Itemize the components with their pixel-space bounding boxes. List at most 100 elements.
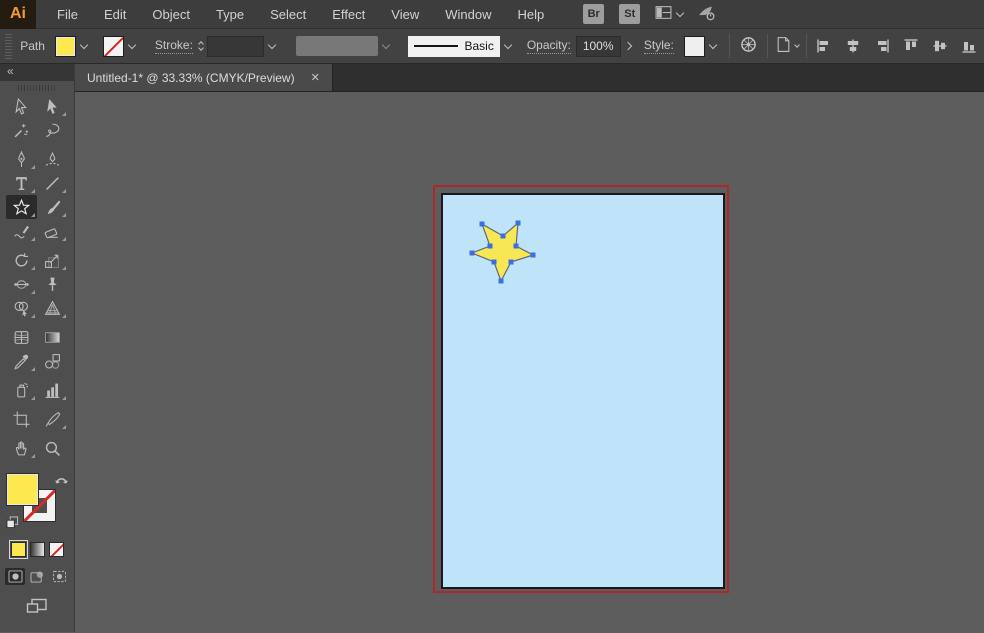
anchor-point[interactable] bbox=[501, 234, 506, 239]
swap-fill-stroke-button[interactable] bbox=[55, 474, 69, 489]
opacity-dropdown-button[interactable] bbox=[621, 35, 636, 57]
paintbrush-tool[interactable] bbox=[37, 195, 68, 219]
shaper-tool[interactable] bbox=[6, 219, 37, 243]
type-tool[interactable] bbox=[6, 171, 37, 195]
shape-builder-tool[interactable] bbox=[6, 296, 37, 320]
anchor-point[interactable] bbox=[488, 244, 493, 249]
anchor-point[interactable] bbox=[516, 221, 521, 226]
draw-behind-button[interactable] bbox=[27, 568, 47, 585]
menu-file[interactable]: File bbox=[44, 0, 91, 28]
stroke-weight-dropdown-button[interactable] bbox=[264, 35, 279, 57]
brush-definition-field[interactable]: Basic bbox=[408, 36, 500, 57]
rotate-tool[interactable] bbox=[6, 248, 37, 272]
width-tool[interactable] bbox=[6, 272, 37, 296]
eraser-tool[interactable] bbox=[37, 219, 68, 243]
opacity-label[interactable]: Opacity: bbox=[527, 38, 571, 54]
brush-definition-dropdown-button[interactable] bbox=[500, 35, 517, 57]
magic-wand-tool[interactable] bbox=[6, 118, 37, 142]
recolor-artwork-button[interactable] bbox=[737, 33, 760, 59]
gpu-performance-button[interactable] bbox=[698, 4, 715, 24]
anchor-point[interactable] bbox=[470, 251, 475, 256]
stroke-weight-stepper[interactable] bbox=[199, 42, 203, 50]
menu-type[interactable]: Type bbox=[203, 0, 257, 28]
symbol-sprayer-tool[interactable] bbox=[6, 378, 37, 402]
column-graph-tool[interactable] bbox=[37, 378, 68, 402]
stroke-weight-field[interactable] bbox=[207, 36, 264, 57]
lasso-tool[interactable] bbox=[37, 118, 68, 142]
anchor-point[interactable] bbox=[531, 253, 536, 258]
control-bar-grip[interactable] bbox=[5, 33, 12, 59]
canvas[interactable] bbox=[75, 92, 984, 632]
tools-panel-grip[interactable] bbox=[18, 85, 56, 91]
opacity-field[interactable]: 100% bbox=[576, 36, 621, 57]
tool-groups bbox=[6, 94, 68, 465]
style-label[interactable]: Style: bbox=[644, 38, 674, 54]
zoom-tool[interactable] bbox=[37, 436, 68, 460]
draw-inside-button[interactable] bbox=[49, 568, 69, 585]
none-button[interactable] bbox=[49, 542, 64, 557]
slice-tool[interactable] bbox=[37, 407, 68, 431]
flyout-indicator bbox=[31, 165, 35, 169]
vertical-align-bottom-button[interactable] bbox=[959, 33, 979, 59]
pen-tool[interactable] bbox=[6, 147, 37, 171]
artboard-tool[interactable] bbox=[6, 407, 37, 431]
perspective-grid-tool[interactable] bbox=[37, 296, 68, 320]
menu-effect[interactable]: Effect bbox=[319, 0, 378, 28]
style-swatch[interactable] bbox=[684, 36, 705, 57]
gradient-button[interactable] bbox=[30, 542, 45, 557]
horizontal-align-left-button[interactable] bbox=[814, 33, 834, 59]
selection-tool[interactable] bbox=[6, 94, 37, 118]
vertical-align-center-button[interactable] bbox=[930, 33, 950, 59]
fill-color-swatch[interactable] bbox=[55, 36, 76, 57]
collapse-panel-button[interactable]: « bbox=[0, 64, 74, 81]
style-control bbox=[684, 35, 722, 57]
eyedropper-tool[interactable] bbox=[6, 349, 37, 373]
document-tab[interactable]: Untitled-1* @ 33.33% (CMYK/Preview) ✕ bbox=[75, 64, 333, 91]
curvature-tool[interactable] bbox=[37, 147, 68, 171]
stepper-down-icon[interactable] bbox=[198, 45, 204, 51]
style-dropdown-button[interactable] bbox=[705, 35, 722, 57]
fill-color-dropdown-button[interactable] bbox=[76, 35, 93, 57]
horizontal-align-center-button[interactable] bbox=[843, 33, 863, 59]
flyout-indicator bbox=[62, 237, 66, 241]
line-segment-tool[interactable] bbox=[37, 171, 68, 195]
stroke-weight-label[interactable]: Stroke: bbox=[155, 38, 193, 54]
draw-normal-button[interactable] bbox=[5, 568, 25, 585]
bridge-button[interactable]: Br bbox=[583, 4, 604, 24]
brush-stroke-preview bbox=[414, 45, 459, 48]
horizontal-align-right-button[interactable] bbox=[872, 33, 892, 59]
stroke-color-dropdown-button[interactable] bbox=[124, 35, 141, 57]
default-fill-stroke-button[interactable] bbox=[6, 516, 19, 532]
direct-selection-tool[interactable] bbox=[37, 94, 68, 118]
blend-tool[interactable] bbox=[37, 349, 68, 373]
anchor-point[interactable] bbox=[514, 244, 519, 249]
hand-tool[interactable] bbox=[6, 436, 37, 460]
document-setup-button[interactable] bbox=[775, 33, 799, 59]
mesh-tool[interactable] bbox=[6, 325, 37, 349]
anchor-point[interactable] bbox=[509, 260, 514, 265]
star-shape[interactable] bbox=[472, 223, 533, 281]
menu-window[interactable]: Window bbox=[432, 0, 504, 28]
menu-select[interactable]: Select bbox=[257, 0, 319, 28]
stroke-color-swatch[interactable] bbox=[103, 36, 124, 57]
star-tool[interactable] bbox=[6, 195, 37, 219]
anchor-point[interactable] bbox=[499, 279, 504, 284]
scale-tool[interactable] bbox=[37, 248, 68, 272]
anchor-point[interactable] bbox=[492, 260, 497, 265]
fill-indicator[interactable] bbox=[7, 474, 38, 505]
anchor-point[interactable] bbox=[480, 222, 485, 227]
puppet-warp-tool[interactable] bbox=[37, 272, 68, 296]
menu-view[interactable]: View bbox=[378, 0, 432, 28]
tab-close-icon[interactable]: ✕ bbox=[311, 71, 320, 84]
flyout-indicator bbox=[62, 112, 66, 116]
color-button[interactable] bbox=[11, 542, 26, 557]
stock-button[interactable]: St bbox=[619, 4, 640, 24]
workspace-switcher[interactable] bbox=[655, 4, 683, 24]
gradient-tool[interactable] bbox=[37, 325, 68, 349]
menu-edit[interactable]: Edit bbox=[91, 0, 139, 28]
vertical-align-top-button[interactable] bbox=[901, 33, 921, 59]
menu-help[interactable]: Help bbox=[504, 0, 557, 28]
change-screen-mode-button[interactable] bbox=[26, 598, 48, 618]
app-logo-icon: Ai bbox=[0, 0, 36, 29]
menu-object[interactable]: Object bbox=[139, 0, 203, 28]
